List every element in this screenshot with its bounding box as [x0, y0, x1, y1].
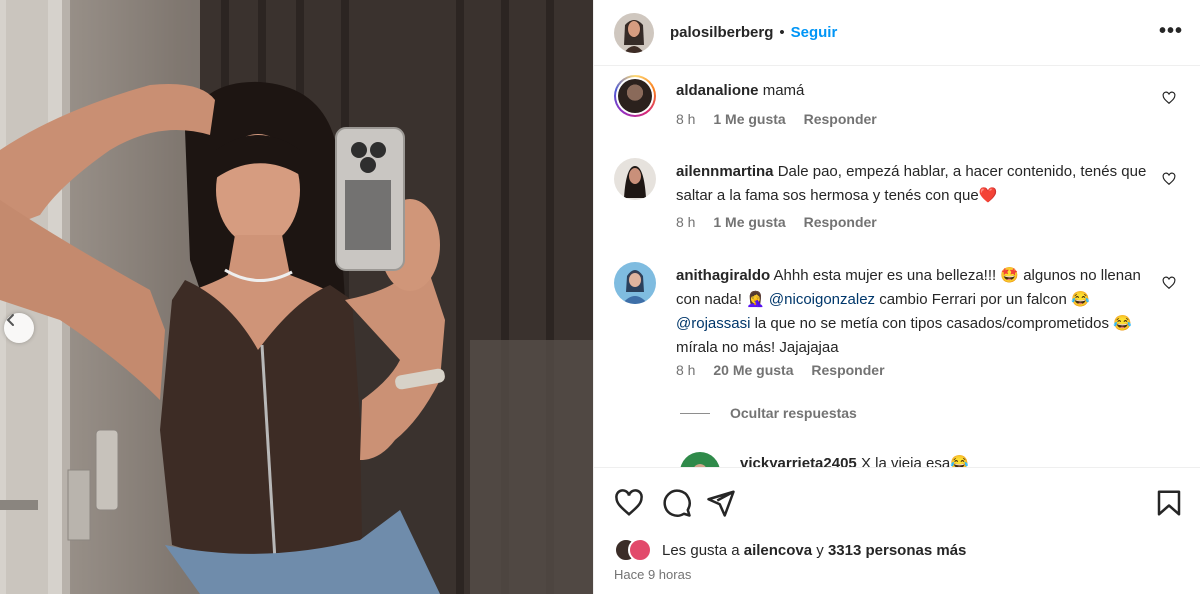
comment-username[interactable]: vickyarrieta2405 [740, 455, 857, 467]
comment-likes[interactable]: 1 Me gusta [713, 111, 785, 127]
comment-body: vickyarrieta2405 X la vieja esa😂 [740, 452, 1160, 467]
comment-meta: 8 h 20 Me gusta Responder [676, 362, 899, 378]
divider-line [680, 412, 710, 414]
comment-likes[interactable]: 1 Me gusta [713, 214, 785, 230]
laughing-emoji: 😂 [1070, 291, 1090, 308]
comment-text: mamá [762, 82, 805, 99]
comments-list: aldanalione mamá 8 h 1 Me gusta Responde… [594, 67, 1200, 467]
comment-likes[interactable]: 20 Me gusta [713, 362, 793, 378]
comment-body: aldanalione mamá [676, 79, 1154, 103]
comment-username[interactable]: anithagiraldo [676, 267, 770, 284]
mention-link[interactable]: @nicoigonzalez [769, 291, 875, 308]
comment-text: la que no se metía con tipos casados/com… [754, 315, 1109, 332]
star-eyes-emoji: 🤩 [1000, 267, 1020, 284]
post-timestamp[interactable]: Hace 9 horas [614, 567, 691, 582]
comment-username[interactable]: aldanalione [676, 82, 759, 99]
comment-heart-icon[interactable] [1162, 172, 1176, 186]
follow-button[interactable]: Seguir [791, 24, 838, 41]
chevron-left-icon[interactable] [4, 313, 34, 343]
post-panel: palosilberberg • Seguir ••• aldanalione … [593, 0, 1200, 594]
laughing-emoji: 😂 [1113, 315, 1132, 332]
bookmark-icon[interactable] [1154, 488, 1184, 518]
comment-heart-icon[interactable] [1162, 91, 1176, 105]
send-icon[interactable] [706, 488, 736, 518]
mention-link[interactable]: @rojassasi [676, 315, 750, 332]
laughing-emoji: 😂 [950, 455, 969, 467]
comment-text: X la vieja esa [860, 455, 951, 467]
author-username[interactable]: palosilberberg [670, 24, 773, 41]
commenter-avatar[interactable] [614, 262, 656, 304]
likes-connector: y [816, 541, 824, 559]
comment-time: 8 h [676, 362, 696, 378]
post-photo [0, 0, 593, 594]
reply-button[interactable]: Responder [804, 111, 877, 127]
facepalm-emoji: 🤦‍♀️ [746, 291, 765, 308]
hide-replies-label: Ocultar respuestas [730, 405, 857, 421]
photo-illustration [0, 0, 593, 594]
hide-replies-button[interactable]: Ocultar respuestas [680, 405, 857, 421]
comment-body: ailennmartina Dale pao, empezá hablar, a… [676, 160, 1154, 208]
comment-time: 8 h [676, 214, 696, 230]
comment-meta: 8 h 1 Me gusta Responder [676, 214, 891, 230]
reply-button[interactable]: Responder [804, 214, 877, 230]
likes-prefix: Les gusta a [662, 541, 740, 559]
comment-text: cambio Ferrari por un falcon [879, 291, 1067, 308]
commenter-avatar[interactable] [614, 75, 656, 117]
comment-time: 8 h [676, 111, 696, 127]
comment-text: Ahhh esta mujer es una belleza!!! [773, 267, 997, 284]
comment-text: mírala no más! Jajajajaa [676, 339, 839, 356]
likes-count[interactable]: 3313 personas más [828, 542, 966, 559]
commenter-avatar[interactable] [680, 452, 720, 467]
liker-username[interactable]: ailencova [744, 542, 812, 559]
commenter-avatar[interactable] [614, 158, 656, 200]
likes-summary: Les gusta a ailencova y 3313 personas má… [614, 538, 966, 562]
header-separator: • [779, 24, 785, 41]
author-avatar[interactable] [614, 12, 654, 53]
likers-avatars[interactable] [614, 538, 654, 562]
reply-button[interactable]: Responder [811, 362, 884, 378]
heart-emoji: ❤️ [978, 187, 998, 204]
liker-avatar [628, 538, 652, 562]
post-header: palosilberberg • Seguir ••• [594, 0, 1200, 66]
comment-meta: 8 h 1 Me gusta Responder [676, 111, 891, 127]
comment-icon[interactable] [662, 488, 692, 518]
comment-heart-icon[interactable] [1162, 276, 1176, 290]
more-options-icon[interactable]: ••• [1159, 20, 1183, 43]
post-actions: Les gusta a ailencova y 3313 personas má… [594, 467, 1200, 594]
comment-username[interactable]: ailennmartina [676, 163, 774, 180]
comment-body: anithagiraldo Ahhh esta mujer es una bel… [676, 264, 1154, 360]
heart-icon[interactable] [614, 488, 644, 518]
